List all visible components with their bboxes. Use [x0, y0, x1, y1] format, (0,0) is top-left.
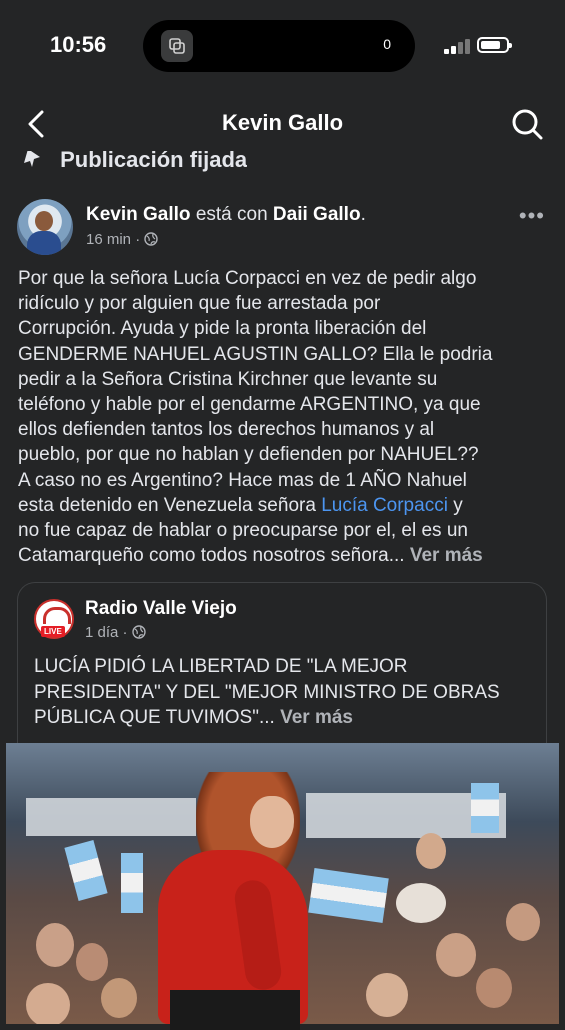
- avatar[interactable]: [17, 199, 73, 255]
- post-line: GENDERME NAHUEL AGUSTIN GALLO? Ella le p…: [18, 343, 493, 365]
- battery-level: [481, 41, 500, 49]
- post-line: pueblo, por que no hablan y defienden po…: [18, 444, 479, 466]
- line9-prefix: esta detenido en Venezuela señora: [18, 494, 322, 516]
- pinned-text: Publicación fijada: [60, 151, 248, 172]
- shared-post-card[interactable]: LIVE Radio Valle Viejo 1 día · LUCÍA PID…: [17, 582, 547, 762]
- post-line: ridículo y por alguien que fue arrestada…: [18, 293, 381, 315]
- post-line: ellos defienden tantos los derechos huma…: [18, 419, 435, 441]
- screen-mirror-icon: [161, 30, 193, 62]
- clock: 10:56: [50, 32, 107, 57]
- live-badge: LIVE: [41, 626, 65, 637]
- tagged-suffix: .: [360, 204, 366, 225]
- pin-icon: [22, 151, 46, 174]
- post-line: Catamarqueño como todos nosotros señora.…: [18, 543, 548, 568]
- shared-line: PÚBLICA QUE TUVIMOS"... Ver más: [34, 705, 544, 731]
- shared-see-more-link[interactable]: Ver más: [280, 707, 353, 728]
- meta-separator: ·: [135, 231, 141, 248]
- signal-icon: [444, 38, 470, 54]
- post-body: Por que la señora Lucía Corpacci en vez …: [18, 266, 548, 568]
- more-options-icon[interactable]: •••: [519, 203, 545, 229]
- photo-person-skirt: [170, 990, 300, 1030]
- argentina-flag: [121, 853, 143, 913]
- post-line: esta detenido en Venezuela señora Lucía …: [18, 493, 548, 518]
- line9-suffix: y: [447, 494, 463, 516]
- meta-separator: ·: [122, 624, 128, 641]
- shared-meta: 1 día ·: [85, 624, 146, 641]
- battery-icon: [477, 37, 512, 53]
- status-bar: 10:56 0: [0, 0, 565, 92]
- shared-line3: PÚBLICA QUE TUVIMOS"...: [34, 707, 281, 728]
- see-more-link[interactable]: Ver más: [410, 545, 483, 566]
- mention-link[interactable]: Lucía Corpacci: [321, 495, 448, 516]
- shared-line: PRESIDENTA" Y DEL "MEJOR MINISTRO DE OBR…: [34, 681, 500, 703]
- post-author-line: Kevin Gallo está con Daii Gallo.: [86, 204, 366, 226]
- globe-icon: [132, 625, 146, 639]
- tagged-name[interactable]: Daii Gallo: [273, 204, 361, 225]
- shared-line: LUCÍA PIDIÓ LA LIBERTAD DE "LA MEJOR: [34, 656, 408, 677]
- search-icon[interactable]: [509, 106, 545, 142]
- photo-person-face: [250, 796, 294, 848]
- shared-time[interactable]: 1 día: [85, 624, 118, 641]
- dynamic-island: 0: [143, 20, 415, 72]
- post-line: teléfono y hable por el gendarme ARGENTI…: [18, 394, 481, 416]
- post-time[interactable]: 16 min: [86, 231, 131, 248]
- page-title: Kevin Gallo: [221, 110, 344, 135]
- argentina-flag: [64, 840, 108, 901]
- line11-text: Catamarqueño como todos nosotros señora.…: [18, 545, 410, 567]
- with-text: está con: [195, 204, 268, 225]
- globe-icon: [144, 232, 159, 246]
- shared-body: LUCÍA PIDIÓ LA LIBERTAD DE "LA MEJOR PRE…: [34, 654, 544, 731]
- post-line: Corrupción. Ayuda y pide la pronta liber…: [18, 318, 427, 340]
- post-meta: 16 min ·: [86, 231, 159, 248]
- post-line: A caso no es Argentino? Hace mas de 1 AÑ…: [18, 469, 467, 491]
- author-name[interactable]: Kevin Gallo: [86, 204, 191, 225]
- post-line: Por que la señora Lucía Corpacci en vez …: [18, 268, 477, 289]
- top-bar: Kevin Gallo: [0, 98, 565, 150]
- argentina-flag: [471, 783, 499, 833]
- shared-author-name[interactable]: Radio Valle Viejo: [85, 598, 237, 620]
- argentina-flag: [308, 868, 389, 923]
- pinned-post-label: Publicación fijada: [22, 151, 247, 179]
- post-line: no fue capaz de hablar o preocuparse por…: [18, 520, 468, 542]
- crowd-banner: [26, 798, 196, 836]
- island-counter: 0: [383, 36, 391, 52]
- post-line: pedir a la Señora Cristina Kirchner que …: [18, 368, 438, 390]
